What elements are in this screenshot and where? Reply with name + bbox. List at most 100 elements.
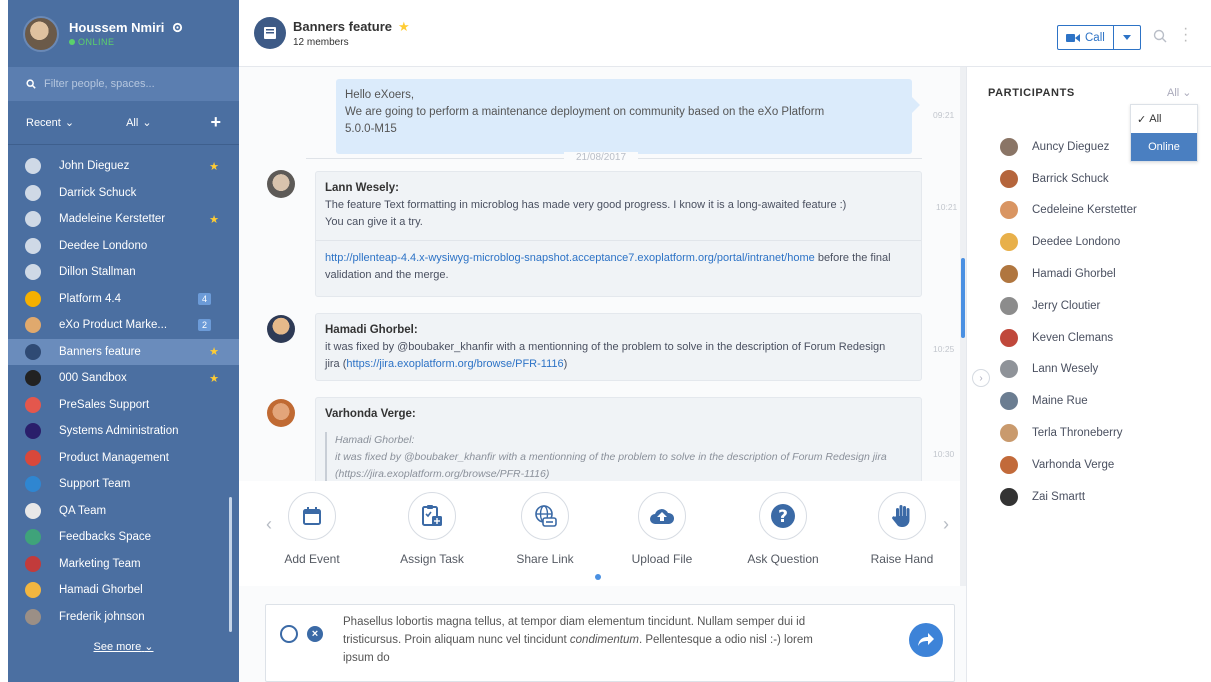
sidebar-item[interactable]: Systems Administration	[8, 418, 239, 445]
add-room-button[interactable]: +	[210, 112, 221, 133]
send-button[interactable]	[909, 623, 943, 657]
sidebar-item[interactable]: Banners feature ★	[8, 338, 239, 365]
emoji-icon[interactable]	[280, 625, 298, 643]
pagination-dot[interactable]	[595, 574, 601, 580]
chevron-right-icon[interactable]: ›	[943, 514, 949, 535]
add-event-button[interactable]: Add Event	[262, 492, 362, 566]
sidebar-item[interactable]: Marketing Team	[8, 551, 239, 578]
avatar	[1000, 328, 1018, 347]
chevron-down-icon: ⌄	[142, 117, 152, 129]
settings-icon[interactable]	[172, 22, 183, 33]
favorite-star-icon[interactable]: ★	[209, 345, 219, 358]
participant-name: Keven Clemans	[1032, 331, 1114, 344]
more-options-icon[interactable]: · · ·	[1183, 21, 1188, 49]
sidebar-item[interactable]: Feedbacks Space	[8, 524, 239, 551]
chevron-right-icon[interactable]: ›	[972, 369, 990, 387]
quote-text: (https://jira.exoplatform.org/browse/PFR…	[335, 468, 550, 480]
message-composer[interactable]: × Phasellus lobortis magna tellus, at te…	[265, 604, 955, 682]
participant-item[interactable]: Cedeleine Kerstetter	[1000, 195, 1137, 227]
message-scrollbar-thumb[interactable]	[961, 258, 965, 338]
call-button[interactable]: Call	[1057, 25, 1141, 50]
clear-icon[interactable]: ×	[307, 626, 323, 642]
participants-filter-dropdown[interactable]: All ⌄	[1167, 86, 1192, 99]
assign-task-button[interactable]: Assign Task	[382, 492, 482, 566]
participant-item[interactable]: Auncy Dieguez	[1000, 131, 1137, 163]
room-avatar-icon	[25, 158, 41, 175]
sidebar-item[interactable]: Hamadi Ghorbel	[8, 577, 239, 604]
sidebar-item[interactable]: Darrick Schuck	[8, 180, 239, 207]
participant-item[interactable]: Varhonda Verge	[1000, 449, 1137, 481]
search-icon[interactable]	[1153, 29, 1167, 43]
message-link[interactable]: http://pllenteap-4.4.x-wysiwyg-microblog…	[325, 252, 815, 264]
favorite-star-icon[interactable]: ★	[209, 213, 219, 226]
share-link-button[interactable]: Share Link	[495, 492, 595, 566]
upload-file-button[interactable]: Upload File	[612, 492, 712, 566]
link-globe-icon	[535, 505, 557, 527]
message-author[interactable]: Hamadi Ghorbel:	[325, 322, 912, 339]
participant-item[interactable]: Barrick Schuck	[1000, 163, 1137, 195]
room-avatar-icon	[25, 608, 41, 625]
avatar[interactable]	[267, 399, 295, 427]
participants-filter-menu: ✓ All Online	[1130, 104, 1198, 162]
avatar[interactable]	[267, 170, 295, 198]
message-link[interactable]: https://jira.exoplatform.org/browse/PFR-…	[346, 358, 563, 370]
avatar	[1000, 392, 1018, 411]
sidebar-search-input[interactable]	[44, 78, 224, 90]
message: Hamadi Ghorbel: it was fixed by @boubake…	[315, 313, 922, 381]
ask-question-button[interactable]: ? Ask Question	[733, 492, 833, 566]
sidebar-item[interactable]: Product Management	[8, 445, 239, 472]
raise-hand-button[interactable]: Raise Hand	[852, 492, 952, 566]
participant-item[interactable]: Hamadi Ghorbel	[1000, 258, 1137, 290]
sidebar-item[interactable]: 000 Sandbox ★	[8, 365, 239, 392]
see-more-link[interactable]: See more ⌄	[8, 640, 239, 653]
room-avatar-icon	[25, 317, 41, 334]
filter-option-all[interactable]: ✓ All	[1131, 105, 1197, 133]
message-time: 10:30	[933, 449, 955, 459]
message-author[interactable]: Lann Wesely:	[325, 180, 912, 197]
avatar	[1000, 296, 1018, 315]
room-avatar-icon	[25, 264, 41, 281]
room-avatar-icon	[25, 184, 41, 201]
user-avatar[interactable]	[23, 15, 59, 52]
sidebar-item-label: Platform 4.4	[59, 292, 121, 305]
favorite-star-icon[interactable]: ★	[209, 160, 219, 173]
participant-name: Lann Wesely	[1032, 363, 1099, 376]
favorite-star-icon[interactable]: ★	[209, 372, 219, 385]
participant-item[interactable]: Zai Smartt	[1000, 481, 1137, 513]
sidebar-item[interactable]: Support Team	[8, 471, 239, 498]
participant-item[interactable]: Lann Wesely	[1000, 354, 1137, 386]
call-dropdown-button[interactable]	[1114, 35, 1140, 40]
sidebar-item[interactable]: PreSales Support	[8, 392, 239, 419]
filter-all-dropdown[interactable]: All ⌄	[126, 116, 152, 130]
sidebar-item[interactable]: eXo Product Marke... 2	[8, 312, 239, 339]
participant-item[interactable]: Jerry Cloutier	[1000, 290, 1137, 322]
action-label: Assign Task	[400, 552, 464, 566]
sidebar-item[interactable]: Frederik johnson	[8, 604, 239, 631]
sidebar-item[interactable]: Dillon Stallman	[8, 259, 239, 286]
sidebar-scrollbar[interactable]	[229, 497, 232, 632]
avatar	[1000, 265, 1018, 284]
sidebar-item[interactable]: Deedee Londono	[8, 233, 239, 260]
avatar	[1000, 487, 1018, 506]
sidebar-item[interactable]: QA Team	[8, 498, 239, 525]
message-author[interactable]: Varhonda Verge:	[325, 406, 912, 423]
quote-author: Hamadi Ghorbel:	[335, 434, 415, 446]
room-list: John Dieguez ★ Darrick Schuck Madeleine Ker…	[8, 145, 239, 630]
filter-recent-dropdown[interactable]: Recent ⌄	[26, 116, 74, 130]
participant-item[interactable]: Terla Throneberry	[1000, 417, 1137, 449]
filter-recent-label: Recent	[26, 116, 61, 129]
sidebar-item[interactable]: Madeleine Kerstetter ★	[8, 206, 239, 233]
chevron-down-icon: ⌄	[144, 641, 154, 653]
sidebar-item[interactable]: Platform 4.4 4	[8, 286, 239, 313]
favorite-star-icon[interactable]: ★	[398, 19, 410, 35]
avatar[interactable]	[267, 315, 295, 343]
action-label: Raise Hand	[870, 552, 934, 566]
online-dot-icon	[69, 39, 75, 45]
sidebar-item[interactable]: John Dieguez ★	[8, 153, 239, 180]
participant-item[interactable]: Keven Clemans	[1000, 322, 1137, 354]
composer-input[interactable]: Phasellus lobortis magna tellus, at temp…	[343, 613, 883, 667]
participant-item[interactable]: Deedee Londono	[1000, 226, 1137, 258]
participant-item[interactable]: Maine Rue	[1000, 385, 1137, 417]
filter-option-online[interactable]: Online	[1131, 133, 1197, 161]
sidebar-item-label: QA Team	[59, 504, 107, 517]
